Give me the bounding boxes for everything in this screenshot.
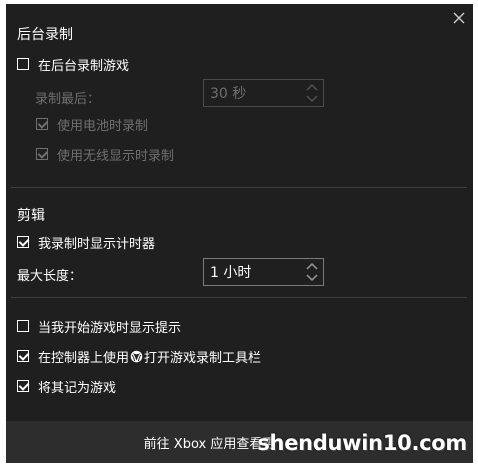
clips-title: 剪辑: [17, 208, 45, 224]
max-length-label: 最大长度：: [17, 269, 83, 284]
checkbox-box: [17, 236, 29, 248]
game-bar-settings-panel: 后台录制 在后台录制游戏 录制最后： 30 秒 使用电池时录制 使用无线显示时录…: [6, 4, 473, 463]
background-recording-title: 后台录制: [17, 27, 73, 43]
checkbox-label: 使用电池时录制: [57, 118, 149, 134]
xbox-app-link[interactable]: 前往 Xbox 应用查看更: [144, 433, 276, 452]
max-length-value: 1 小时: [210, 265, 252, 281]
checkbox-label: 将其记为游戏: [38, 380, 117, 396]
record-last-label: 录制最后：: [35, 92, 101, 107]
record-in-background-checkbox[interactable]: 在后台录制游戏: [17, 54, 129, 74]
close-icon[interactable]: [451, 10, 467, 26]
spinner-arrows-icon[interactable]: [305, 261, 319, 283]
checkbox-box: [17, 380, 29, 392]
show-tips-checkbox[interactable]: 当我开始游戏时显示提示: [17, 316, 181, 336]
checkbox-label: 当我开始游戏时显示提示: [38, 320, 182, 336]
remember-as-game-checkbox[interactable]: 将其记为游戏: [17, 376, 116, 396]
checkbox-label-suffix: 打开游戏录制工具栏: [144, 350, 262, 366]
record-last-spinner[interactable]: 30 秒: [203, 79, 324, 107]
record-last-value: 30 秒: [210, 86, 247, 102]
checkbox-label: 使用无线显示时录制: [57, 148, 175, 164]
watermark-text: shenduwin10.com: [257, 431, 467, 455]
section-divider: [11, 187, 467, 188]
checkbox-label: 我录制时显示计时器: [38, 236, 156, 252]
max-length-spinner[interactable]: 1 小时: [203, 258, 324, 286]
show-timer-checkbox[interactable]: 我录制时显示计时器: [17, 232, 155, 252]
checkbox-label: 在后台录制游戏: [38, 58, 130, 74]
spinner-arrows-icon[interactable]: [305, 82, 319, 104]
checkbox-box: [36, 118, 48, 130]
checkbox-box: [17, 58, 29, 70]
controller-open-toolbar-checkbox[interactable]: 在控制器上使用 打开游戏录制工具栏: [17, 346, 261, 366]
checkbox-box: [17, 350, 29, 362]
record-on-battery-checkbox[interactable]: 使用电池时录制: [36, 114, 148, 134]
record-wireless-display-checkbox[interactable]: 使用无线显示时录制: [36, 144, 174, 164]
xbox-logo-icon: [130, 350, 143, 362]
section-divider: [11, 297, 467, 298]
checkbox-box: [17, 320, 29, 332]
checkbox-label-prefix: 在控制器上使用: [38, 350, 130, 366]
checkbox-box: [36, 148, 48, 160]
